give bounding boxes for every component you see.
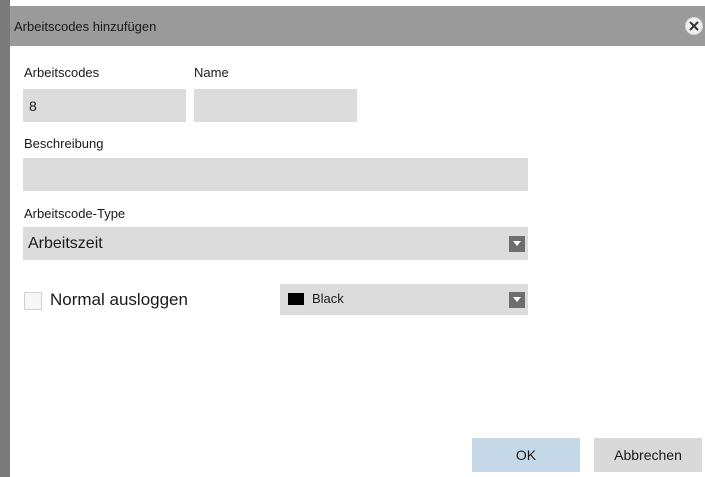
- name-field[interactable]: [194, 89, 357, 122]
- description-field[interactable]: [23, 158, 528, 191]
- type-select[interactable]: Arbeitszeit: [23, 227, 528, 260]
- close-button[interactable]: [685, 17, 703, 35]
- window-edge: [0, 0, 10, 477]
- chevron-down-icon: [513, 241, 521, 246]
- description-label: Beschreibung: [24, 136, 104, 151]
- code-value: 8: [29, 97, 37, 114]
- dialog-title: Arbeitscodes hinzufügen: [14, 19, 157, 34]
- color-dropdown-arrow[interactable]: [509, 292, 525, 308]
- name-label: Name: [194, 65, 229, 80]
- code-label: Arbeitscodes: [24, 65, 100, 80]
- code-field[interactable]: 8: [23, 89, 186, 122]
- dialog-titlebar[interactable]: Arbeitscodes hinzufügen: [10, 6, 705, 46]
- color-swatch: [288, 293, 304, 305]
- logout-checkbox-label: Normal ausloggen: [50, 290, 188, 309]
- type-label: Arbeitscode-Type: [24, 206, 126, 221]
- add-work-code-dialog: Arbeitscodes hinzufügen Arbeitscodes 8 N…: [0, 0, 705, 477]
- close-icon: [689, 21, 699, 31]
- type-value: Arbeitszeit: [28, 234, 103, 252]
- logout-checkbox[interactable]: [24, 292, 42, 310]
- color-value: Black: [312, 291, 344, 306]
- cancel-button[interactable]: Abbrechen: [594, 438, 702, 472]
- chevron-down-icon: [513, 297, 521, 302]
- color-select[interactable]: Black: [280, 284, 528, 315]
- ok-button[interactable]: OK: [472, 438, 580, 472]
- type-dropdown-arrow[interactable]: [509, 236, 525, 252]
